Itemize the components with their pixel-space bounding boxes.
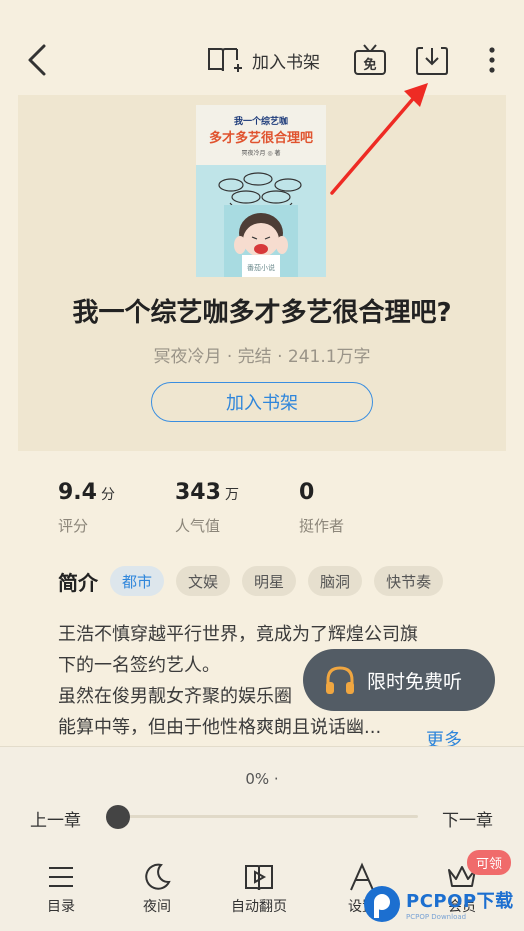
- free-listen-button[interactable]: 限时免费听: [303, 649, 495, 711]
- nav-night-label: 夜间: [143, 899, 171, 915]
- auto-page-icon: [245, 865, 273, 891]
- download-button[interactable]: [414, 42, 450, 78]
- add-to-shelf-button[interactable]: 加入书架: [151, 382, 373, 422]
- progress-slider-track[interactable]: [112, 815, 418, 818]
- list-icon: [49, 867, 73, 887]
- intro-line: 能算中等，但由于他性格爽朗且说话幽...: [58, 717, 382, 738]
- nav-auto-page-label: 自动翻页: [231, 899, 287, 915]
- chevron-left-icon: [28, 44, 46, 76]
- nav-catalog[interactable]: 目录: [21, 862, 101, 916]
- intro-header: 简介 都市 文娱 明星 脑洞 快节奏: [58, 566, 455, 596]
- moon-icon: [145, 863, 171, 890]
- free-badge-text: 免: [363, 57, 376, 73]
- watermark-sub: PCPOP Download: [406, 913, 467, 921]
- tag-brainstorm[interactable]: 脑洞: [308, 566, 363, 596]
- rating-unit: 分: [100, 487, 115, 503]
- popularity-value: 343: [175, 480, 221, 505]
- popularity-stat: 343 万 人气值: [175, 480, 239, 536]
- tag-fast-pace[interactable]: 快节奏: [374, 566, 444, 596]
- more-vertical-icon: [489, 47, 495, 73]
- cover-title-text: 多才多艺很合理吧: [209, 130, 313, 146]
- popularity-caption: 人气值: [175, 517, 221, 535]
- top-bar: 加入书架 免: [0, 0, 524, 95]
- supporters-value: 0: [299, 480, 315, 505]
- download-icon: [416, 47, 448, 75]
- next-chapter-button[interactable]: 下一章: [442, 806, 493, 831]
- cover-art: 我一个综艺咖 多才多艺很合理吧 冥夜冷月 ◎ 著 番茄小说: [196, 105, 326, 277]
- tv-free-icon: 免: [354, 44, 386, 75]
- prev-chapter-button[interactable]: 上一章: [30, 806, 81, 831]
- tag-entertainment[interactable]: 文娱: [176, 566, 231, 596]
- intro-line: 王浩不慎穿越平行世界，竟成为了辉煌公司旗: [58, 624, 418, 645]
- supporters-stat[interactable]: 0 挺作者: [299, 480, 344, 536]
- add-to-shelf-top-button[interactable]: 加入书架: [206, 42, 320, 78]
- nav-night-mode[interactable]: 夜间: [117, 862, 197, 916]
- cover-series-text: 我一个综艺咖: [234, 115, 288, 127]
- book-cover[interactable]: 我一个综艺咖 多才多艺很合理吧 冥夜冷月 ◎ 著 番茄小说: [196, 105, 326, 277]
- progress-slider-thumb[interactable]: [106, 805, 130, 829]
- intro-label: 简介: [58, 570, 98, 595]
- more-options-button[interactable]: [481, 42, 503, 78]
- headphones-icon: [326, 666, 354, 694]
- pcpop-logo-icon: [364, 886, 400, 922]
- book-add-icon: [208, 48, 242, 72]
- add-to-shelf-top-label: 加入书架: [252, 52, 320, 73]
- book-meta[interactable]: 冥夜冷月 · 完结 · 241.1万字: [0, 342, 524, 367]
- site-watermark: PCPOP下载 PCPOP Download: [362, 884, 514, 924]
- claim-badge[interactable]: 可领: [467, 850, 512, 875]
- cover-watermark-text: 番茄小说: [247, 263, 275, 272]
- free-listen-tv-button[interactable]: 免: [352, 42, 388, 78]
- rating-value: 9.4: [58, 480, 97, 505]
- supporters-caption: 挺作者: [299, 517, 345, 535]
- free-listen-label: 限时免费听: [367, 670, 463, 693]
- nav-auto-page[interactable]: 自动翻页: [219, 862, 299, 916]
- popularity-unit: 万: [224, 487, 239, 503]
- watermark-brand: PCPOP下载: [406, 891, 514, 912]
- tag-urban[interactable]: 都市: [110, 566, 165, 596]
- back-button[interactable]: [22, 40, 52, 80]
- rating-stat: 9.4 分 评分: [58, 480, 115, 536]
- progress-percent: 0% ·: [245, 770, 279, 788]
- nav-catalog-label: 目录: [47, 899, 75, 915]
- tag-celebrity[interactable]: 明星: [242, 566, 297, 596]
- rating-caption: 评分: [58, 517, 89, 535]
- book-title: 我一个综艺咖多才多艺很合理吧?: [72, 298, 452, 328]
- cover-author-text: 冥夜冷月 ◎ 著: [241, 149, 280, 157]
